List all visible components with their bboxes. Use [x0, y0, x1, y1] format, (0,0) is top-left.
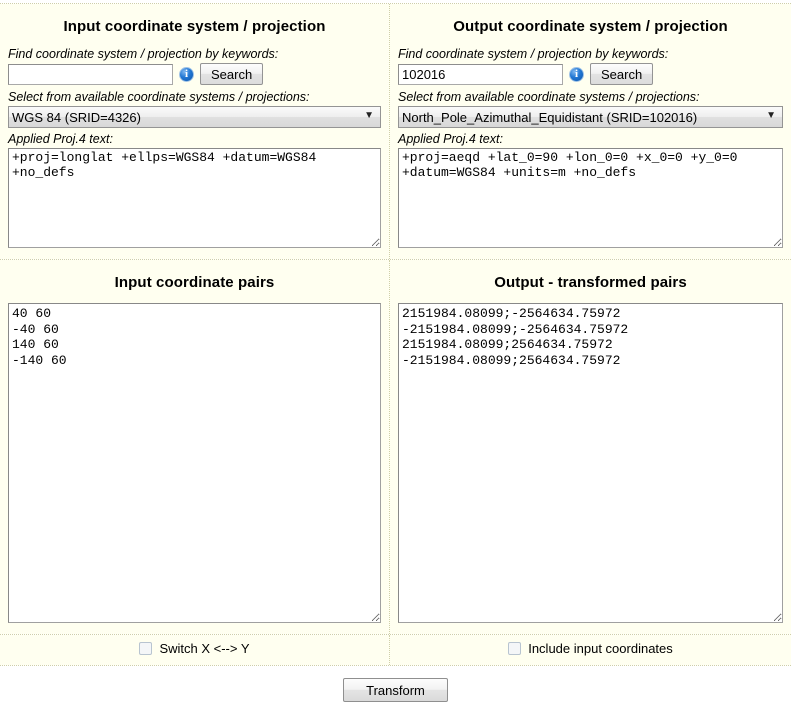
output-projection-select-wrap: North_Pole_Azimuthal_Equidistant (SRID=1…: [398, 106, 783, 132]
output-projection-select[interactable]: North_Pole_Azimuthal_Equidistant (SRID=1…: [398, 106, 783, 128]
input-select-label: Select from available coordinate systems…: [8, 90, 381, 104]
output-pairs-textarea[interactable]: 2151984.08099;-2564634.75972 -2151984.08…: [398, 303, 783, 623]
output-find-label: Find coordinate system / projection by k…: [398, 47, 783, 61]
input-projection-search-input[interactable]: [8, 64, 173, 85]
input-search-button[interactable]: Search: [200, 63, 263, 85]
output-projection-search-input[interactable]: [398, 64, 563, 85]
output-pairs-title: Output - transformed pairs: [398, 274, 783, 291]
input-projection-panel: Input coordinate system / projection Fin…: [0, 4, 390, 259]
coordinate-pairs-row: Input coordinate pairs 40 60 -40 60 140 …: [0, 260, 791, 635]
input-search-row: i Search: [8, 63, 381, 85]
input-pairs-title: Input coordinate pairs: [8, 274, 381, 291]
input-proj4-label: Applied Proj.4 text:: [8, 132, 381, 146]
info-icon[interactable]: i: [179, 67, 194, 82]
output-proj4-label: Applied Proj.4 text:: [398, 132, 783, 146]
output-proj4-textarea[interactable]: +proj=aeqd +lat_0=90 +lon_0=0 +x_0=0 +y_…: [398, 148, 783, 248]
input-pairs-textarea[interactable]: 40 60 -40 60 140 60 -140 60: [8, 303, 381, 623]
include-input-checkbox[interactable]: [508, 642, 521, 655]
coordinate-transform-app: Input coordinate system / projection Fin…: [0, 0, 791, 704]
output-select-label: Select from available coordinate systems…: [398, 90, 783, 104]
input-pairs-panel: Input coordinate pairs 40 60 -40 60 140 …: [0, 260, 390, 634]
info-icon[interactable]: i: [569, 67, 584, 82]
switch-xy-label: Switch X <--> Y: [159, 641, 249, 656]
projection-panels-row: Input coordinate system / projection Fin…: [0, 3, 791, 260]
output-projection-panel: Output coordinate system / projection Fi…: [390, 4, 791, 259]
input-projection-select[interactable]: WGS 84 (SRID=4326): [8, 106, 381, 128]
output-search-button[interactable]: Search: [590, 63, 653, 85]
output-projection-title: Output coordinate system / projection: [398, 18, 783, 35]
output-search-row: i Search: [398, 63, 783, 85]
switch-xy-checkbox[interactable]: [139, 642, 152, 655]
input-find-label: Find coordinate system / projection by k…: [8, 47, 381, 61]
include-input-option[interactable]: Include input coordinates: [508, 641, 673, 656]
input-projection-select-wrap: WGS 84 (SRID=4326) ▼: [8, 106, 381, 132]
include-input-cell: Include input coordinates: [390, 635, 791, 665]
transform-button[interactable]: Transform: [343, 678, 448, 702]
input-projection-title: Input coordinate system / projection: [8, 18, 381, 35]
switch-xy-option[interactable]: Switch X <--> Y: [139, 641, 249, 656]
output-pairs-panel: Output - transformed pairs 2151984.08099…: [390, 260, 791, 634]
include-input-label: Include input coordinates: [528, 641, 673, 656]
input-proj4-textarea[interactable]: +proj=longlat +ellps=WGS84 +datum=WGS84 …: [8, 148, 381, 248]
options-row: Switch X <--> Y Include input coordinate…: [0, 635, 791, 666]
switch-xy-cell: Switch X <--> Y: [0, 635, 390, 665]
transform-bar: Transform: [0, 666, 791, 702]
